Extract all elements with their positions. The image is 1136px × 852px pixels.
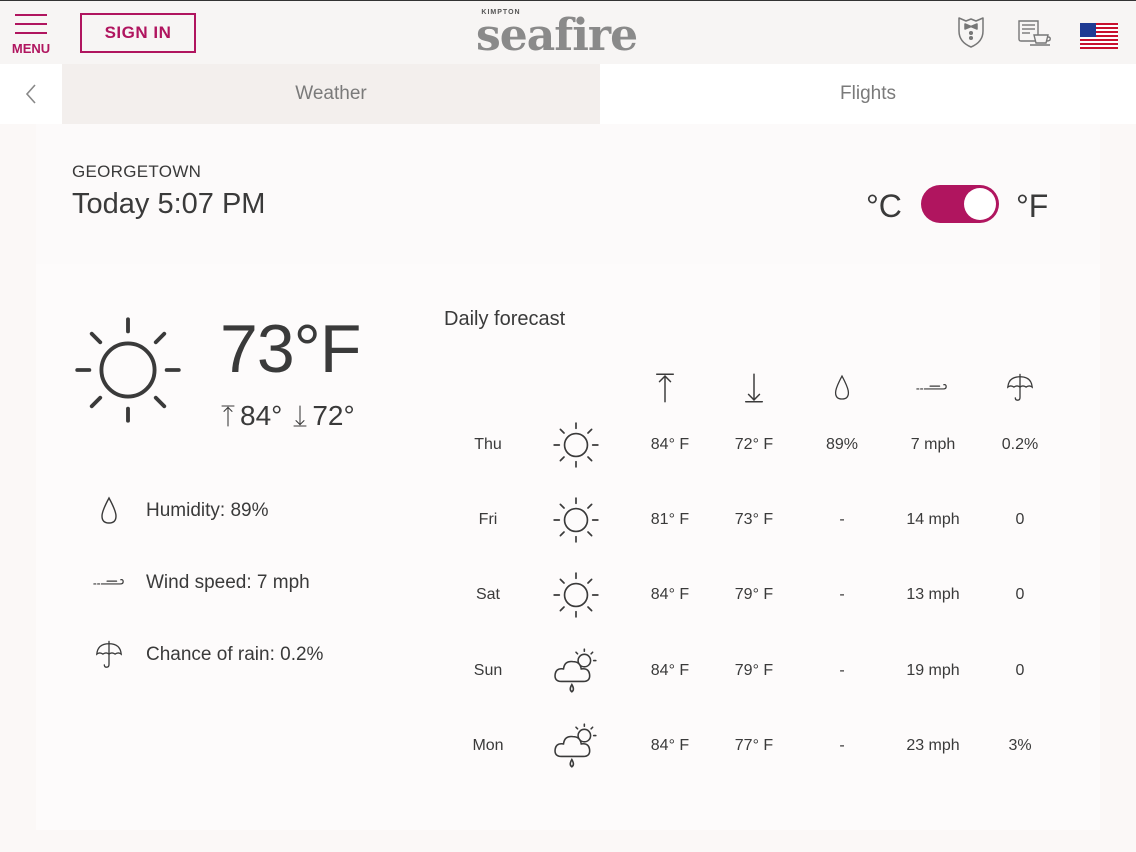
forecast-low: 79° F: [734, 662, 774, 679]
tab-bar: Weather Flights: [0, 64, 1136, 124]
forecast-row: Fri 81° F 73° F - 14 mph 0: [36, 490, 1100, 550]
tab-flights[interactable]: Flights: [600, 64, 1136, 124]
humidity-icon: [831, 372, 853, 404]
forecast-weather-icon: [546, 490, 606, 550]
sun-icon: [551, 570, 601, 620]
forecast-rain: 0: [1015, 662, 1025, 679]
umbrella-icon: [1005, 372, 1035, 404]
forecast-rain: 0: [1015, 511, 1025, 528]
forecast-row: Thu 84° F 72° F 89% 7 mph 0.2%: [36, 415, 1100, 475]
forecast-humidity: -: [839, 586, 845, 603]
forecast-rain: 3%: [1008, 737, 1032, 754]
concierge-icon[interactable]: [954, 15, 988, 49]
sun-icon: [551, 420, 601, 470]
forecast-weather-icon: [546, 641, 606, 701]
toggle-knob: [964, 188, 996, 220]
low-temp-icon: [743, 371, 765, 405]
forecast-low: 73° F: [734, 511, 774, 528]
logo-seafire-text: seafire: [476, 10, 638, 61]
celsius-label[interactable]: °C: [866, 188, 902, 225]
back-button[interactable]: [0, 64, 62, 124]
current-datetime: Today 5:07 PM: [72, 188, 266, 220]
forecast-low: 72° F: [734, 436, 774, 453]
forecast-humidity: -: [839, 737, 845, 754]
forecast-high: 81° F: [650, 511, 690, 528]
sun-icon: [551, 495, 601, 545]
sign-in-button[interactable]: SIGN IN: [80, 13, 196, 53]
forecast-weather-icon: [546, 415, 606, 475]
forecast-humidity: 89%: [825, 436, 859, 453]
forecast-day: Sat: [475, 586, 500, 603]
forecast-wind: 19 mph: [906, 662, 960, 679]
forecast-high: 84° F: [650, 737, 690, 754]
weather-panel: GEORGETOWN Today 5:07 PM °C °F 73°F 84° …: [36, 124, 1100, 830]
fahrenheit-label[interactable]: °F: [1016, 188, 1048, 225]
menu-label: MENU: [11, 41, 51, 56]
forecast-row: Mon 84° F 77° F - 23 mph 3%: [36, 716, 1100, 776]
forecast-high: 84° F: [650, 586, 690, 603]
forecast-row: Sun 84° F 79° F - 19 mph 0: [36, 641, 1100, 701]
current-temperature: 73°F: [220, 311, 361, 387]
unit-toggle[interactable]: [921, 185, 999, 223]
forecast-wind: 13 mph: [906, 586, 960, 603]
wind-icon: [915, 380, 949, 396]
menu-icon-bar: [15, 32, 47, 34]
forecast-wind: 14 mph: [906, 511, 960, 528]
location-header: GEORGETOWN Today 5:07 PM °C °F: [36, 124, 1100, 264]
forecast-day: Thu: [474, 436, 502, 453]
forecast-title: Daily forecast: [444, 308, 566, 330]
forecast-header-rain: [990, 370, 1050, 406]
forecast-header-wind: [902, 370, 962, 406]
forecast-low: 77° F: [734, 737, 774, 754]
forecast-wind: 23 mph: [906, 737, 960, 754]
forecast-high: 84° F: [650, 436, 690, 453]
forecast-weather-icon: [546, 565, 606, 625]
menu-icon: [15, 14, 47, 16]
forecast-wind: 7 mph: [910, 436, 956, 453]
forecast-row: Sat 84° F 79° F - 13 mph 0: [36, 565, 1100, 625]
forecast-header-high: [635, 370, 695, 406]
forecast-low: 79° F: [734, 586, 774, 603]
forecast-header-low: [724, 370, 784, 406]
forecast-humidity: -: [839, 511, 845, 528]
menu-button[interactable]: MENU: [8, 11, 54, 59]
current-sun-icon: [70, 312, 186, 428]
newspaper-coffee-icon[interactable]: [1016, 15, 1052, 49]
city-name: GEORGETOWN: [72, 162, 202, 181]
forecast-rain: 0.2%: [1001, 436, 1039, 453]
high-temp-icon: [654, 371, 676, 405]
forecast-day: Fri: [478, 511, 498, 528]
brand-logo[interactable]: KIMPTON seafire: [476, 7, 680, 63]
forecast-high: 84° F: [650, 662, 690, 679]
forecast-rain: 0: [1015, 586, 1025, 603]
forecast-weather-icon: [546, 716, 606, 776]
forecast-header-humidity: [812, 370, 872, 406]
menu-icon-bar: [15, 23, 47, 25]
partly-cloudy-rain-icon: [551, 646, 601, 696]
forecast-day: Sun: [473, 662, 503, 679]
partly-cloudy-rain-icon: [551, 721, 601, 771]
forecast-humidity: -: [839, 662, 845, 679]
app-header: MENU SIGN IN KIMPTON seafire: [0, 0, 1136, 64]
forecast-day: Mon: [472, 737, 504, 754]
us-flag-icon[interactable]: [1080, 19, 1118, 53]
tab-weather[interactable]: Weather: [62, 64, 600, 124]
chevron-left-icon: [25, 84, 36, 104]
